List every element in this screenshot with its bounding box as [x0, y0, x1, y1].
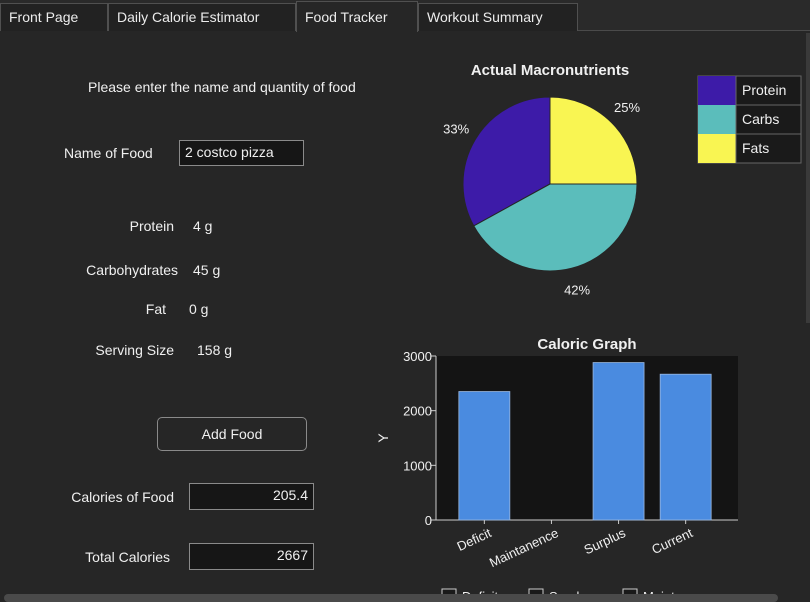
y-axis-label: Y: [375, 433, 391, 443]
legend-swatch-carbs: [698, 105, 736, 134]
pie-label-protein: 33%: [443, 122, 469, 137]
x-tick-label-maintanence: Maintanence: [487, 525, 561, 570]
protein-value: 4 g: [193, 218, 213, 234]
y-tick-label-0: 0: [425, 513, 432, 528]
protein-label: Protein: [129, 218, 174, 234]
legend-label-carbs: Carbs: [742, 111, 779, 127]
calories-of-food-field: 205.4: [189, 483, 314, 510]
x-tick-label-current: Current: [649, 525, 695, 557]
legend-cell-carbs: [735, 104, 802, 135]
legend-swatch-protein: [698, 76, 736, 105]
tab-daily-calorie-estimator[interactable]: Daily Calorie Estimator: [108, 3, 296, 31]
food-name-input[interactable]: 2 costco pizza: [179, 140, 304, 166]
pie-label-fats: 25%: [614, 100, 640, 115]
fat-label: Fat: [145, 301, 166, 317]
pie-legend-box: [697, 75, 802, 164]
pie-slice-protein: [462, 96, 551, 227]
horizontal-scrollbar[interactable]: [4, 594, 778, 602]
name-of-food-label: Name of Food: [64, 145, 153, 161]
calories-of-food-label: Calories of Food: [71, 489, 174, 505]
carbohydrates-value: 45 g: [193, 262, 221, 278]
legend-cell-protein: [735, 75, 802, 106]
bar-current: [659, 373, 712, 521]
tab-workout-summary[interactable]: Workout Summary: [418, 3, 578, 31]
pie-label-carbs: 42%: [564, 283, 590, 298]
legend-label-fats: Fats: [742, 140, 769, 156]
pie-slice-carbs: [473, 183, 638, 272]
pie-slice-fats: [549, 96, 638, 185]
bar-surplus: [592, 362, 645, 521]
total-calories-label: Total Calories: [85, 549, 170, 565]
legend-swatch-fats: [698, 134, 736, 163]
legend-cell-fats: [735, 133, 802, 164]
fat-value: 0 g: [189, 301, 209, 317]
x-tick-label-surplus: Surplus: [582, 525, 629, 557]
x-tick-label-deficit: Deficit: [455, 525, 494, 554]
tab-food-tracker[interactable]: Food Tracker: [296, 1, 418, 32]
bar-plot-area: [436, 356, 738, 520]
y-tick-label-1000: 1000: [403, 458, 432, 473]
scroll-edge: [806, 33, 810, 323]
bar-chart-title: Caloric Graph: [537, 336, 636, 353]
instruction-text: Please enter the name and quantity of fo…: [88, 79, 356, 95]
bar-deficit: [458, 391, 511, 521]
tab-bar: Front Page Daily Calorie Estimator Food …: [0, 0, 810, 32]
pie-title: Actual Macronutrients: [471, 62, 629, 79]
y-tick-label-2000: 2000: [403, 404, 432, 419]
tab-front-page[interactable]: Front Page: [0, 3, 108, 31]
serving-size-value: 158 g: [197, 342, 233, 358]
legend-label-protein: Protein: [742, 82, 786, 98]
y-tick-label-3000: 3000: [403, 349, 432, 364]
total-calories-field: 2667: [189, 543, 314, 570]
serving-size-label: Serving Size: [95, 342, 174, 358]
add-food-button[interactable]: Add Food: [157, 417, 307, 451]
carbohydrates-label: Carbohydrates: [86, 262, 178, 278]
